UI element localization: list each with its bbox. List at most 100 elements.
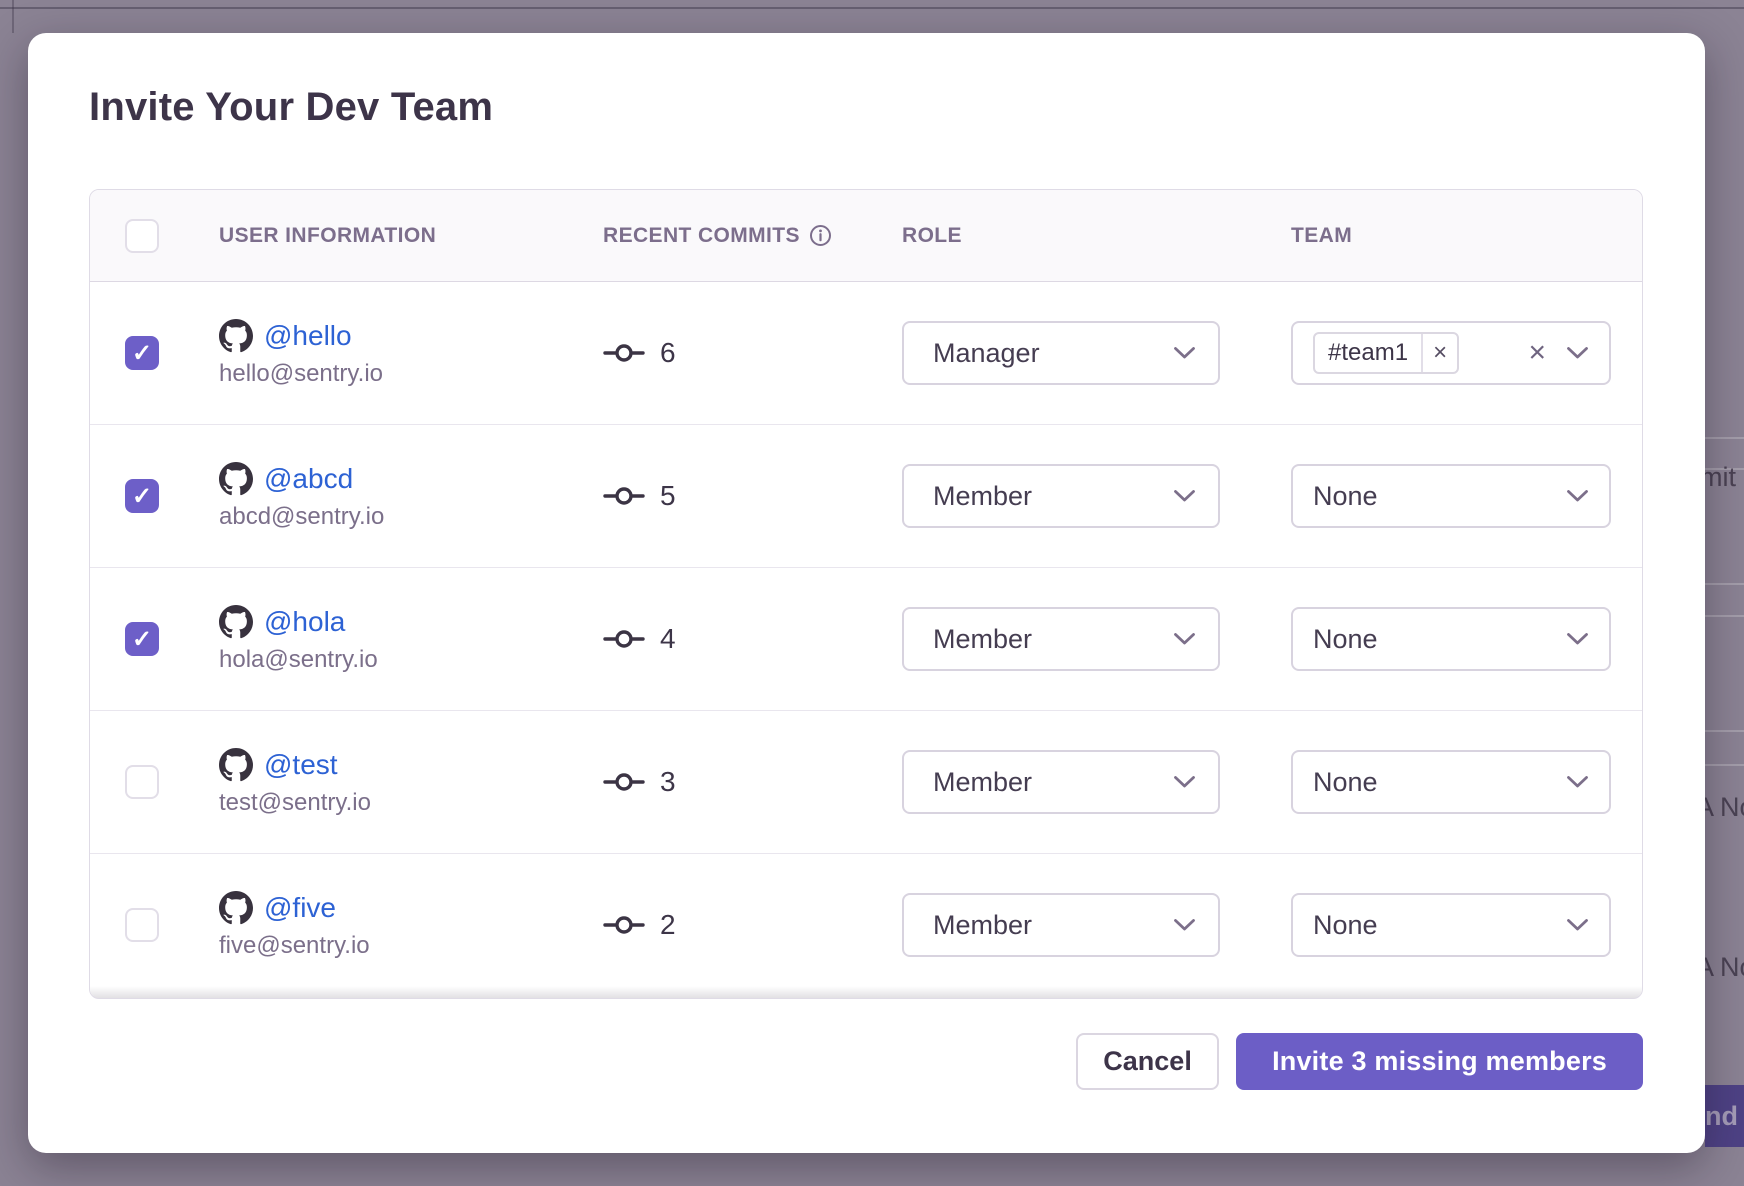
role-select[interactable]: Manager <box>902 321 1220 385</box>
role-select[interactable]: Member <box>902 893 1220 957</box>
role-cell: Member <box>902 750 1291 814</box>
team-cell: #team1 × × <box>1291 321 1642 385</box>
select-all-checkbox[interactable] <box>125 219 159 253</box>
commit-count: 6 <box>660 337 676 369</box>
header-user-information: USER INFORMATION <box>219 224 603 248</box>
row-checkbox[interactable] <box>125 765 159 799</box>
commit-count: 5 <box>660 480 676 512</box>
modal-title: Invite Your Dev Team <box>89 85 493 130</box>
chevron-down-icon <box>1173 775 1196 789</box>
invite-members-table: USER INFORMATION RECENT COMMITS ROLE TEA… <box>89 189 1643 999</box>
background-row-line <box>1705 583 1744 585</box>
team-select[interactable]: × None × <box>1291 607 1611 671</box>
background-row-line <box>1705 764 1744 766</box>
team-select-value: None <box>1313 624 1566 655</box>
role-select-value: Member <box>933 624 1173 655</box>
chevron-down-icon <box>1566 775 1589 789</box>
github-username-link[interactable]: @five <box>264 892 336 924</box>
user-email: abcd@sentry.io <box>219 503 603 531</box>
background-row-line <box>1705 730 1744 732</box>
role-select-value: Member <box>933 910 1173 941</box>
commit-count: 4 <box>660 623 676 655</box>
user-information-cell: @hello hello@sentry.io <box>219 319 603 388</box>
team-select-value: None <box>1313 767 1566 798</box>
chevron-down-icon <box>1173 346 1196 360</box>
github-username-link[interactable]: @hola <box>264 606 345 638</box>
recent-commits-cell: 6 <box>603 337 902 369</box>
git-commit-icon <box>603 769 645 795</box>
background-window-edge <box>0 7 1744 9</box>
table-row: @hola hola@sentry.io 4 Member <box>90 568 1642 711</box>
role-select-value: Manager <box>933 338 1173 369</box>
team-cell: × None × <box>1291 607 1642 671</box>
chevron-down-icon <box>1566 918 1589 932</box>
table-row: @hello hello@sentry.io 6 Manager <box>90 282 1642 425</box>
team-select[interactable]: × None × <box>1291 750 1611 814</box>
recent-commits-cell: 3 <box>603 766 902 798</box>
team-cell: × None × <box>1291 893 1642 957</box>
github-icon <box>219 319 253 353</box>
row-checkbox-cell <box>90 479 219 513</box>
team-select-value: None <box>1313 910 1566 941</box>
role-cell: Manager <box>902 321 1291 385</box>
github-username-link[interactable]: @abcd <box>264 463 353 495</box>
recent-commits-cell: 2 <box>603 909 902 941</box>
team-cell: × None × <box>1291 750 1642 814</box>
role-select-value: Member <box>933 481 1173 512</box>
team-select-value: None <box>1313 481 1566 512</box>
chevron-down-icon <box>1566 489 1589 503</box>
role-select-value: Member <box>933 767 1173 798</box>
role-select[interactable]: Member <box>902 464 1220 528</box>
user-information-cell: @test test@sentry.io <box>219 748 603 817</box>
team-select[interactable]: #team1 × × <box>1291 321 1611 385</box>
git-commit-icon <box>603 340 645 366</box>
chevron-down-icon <box>1173 918 1196 932</box>
user-email: five@sentry.io <box>219 932 603 960</box>
table-row: @test test@sentry.io 3 Member <box>90 711 1642 854</box>
role-select[interactable]: Member <box>902 750 1220 814</box>
header-team: TEAM <box>1291 224 1642 248</box>
github-icon <box>219 605 253 639</box>
team-tag: #team1 × <box>1313 332 1459 374</box>
git-commit-icon <box>603 912 645 938</box>
select-all-cell <box>90 219 219 253</box>
row-checkbox-cell <box>90 622 219 656</box>
invite-members-button[interactable]: Invite 3 missing members <box>1236 1033 1643 1090</box>
role-select[interactable]: Member <box>902 607 1220 671</box>
row-checkbox-cell <box>90 908 219 942</box>
info-icon[interactable] <box>809 224 832 247</box>
background-row-line <box>1705 437 1744 439</box>
role-cell: Member <box>902 893 1291 957</box>
remove-team-tag-icon[interactable]: × <box>1421 334 1457 372</box>
row-checkbox-cell <box>90 336 219 370</box>
commit-count: 2 <box>660 909 676 941</box>
team-tag-label: #team1 <box>1315 339 1421 367</box>
user-email: hello@sentry.io <box>219 360 603 388</box>
team-select[interactable]: × None × <box>1291 893 1611 957</box>
clear-team-icon[interactable]: × <box>1528 338 1546 368</box>
background-clipped-button: nd <box>1705 1085 1744 1147</box>
git-commit-icon <box>603 626 645 652</box>
table-row: @abcd abcd@sentry.io 5 Member <box>90 425 1642 568</box>
github-icon <box>219 891 253 925</box>
user-email: hola@sentry.io <box>219 646 603 674</box>
role-cell: Member <box>902 607 1291 671</box>
role-cell: Member <box>902 464 1291 528</box>
row-checkbox[interactable] <box>125 908 159 942</box>
table-scroll-shadow <box>90 986 1642 998</box>
row-checkbox[interactable] <box>125 336 159 370</box>
user-information-cell: @five five@sentry.io <box>219 891 603 960</box>
chevron-down-icon <box>1173 632 1196 646</box>
github-username-link[interactable]: @hello <box>264 320 352 352</box>
github-username-link[interactable]: @test <box>264 749 338 781</box>
row-checkbox[interactable] <box>125 622 159 656</box>
row-checkbox[interactable] <box>125 479 159 513</box>
recent-commits-cell: 4 <box>603 623 902 655</box>
user-information-cell: @abcd abcd@sentry.io <box>219 462 603 531</box>
cancel-button[interactable]: Cancel <box>1076 1033 1219 1090</box>
team-select[interactable]: × None × <box>1291 464 1611 528</box>
modal-footer: Cancel Invite 3 missing members <box>89 1033 1643 1090</box>
background-clipped-text: mit <box>1700 462 1736 493</box>
header-recent-commits: RECENT COMMITS <box>603 224 902 248</box>
table-header-row: USER INFORMATION RECENT COMMITS ROLE TEA… <box>90 190 1642 282</box>
